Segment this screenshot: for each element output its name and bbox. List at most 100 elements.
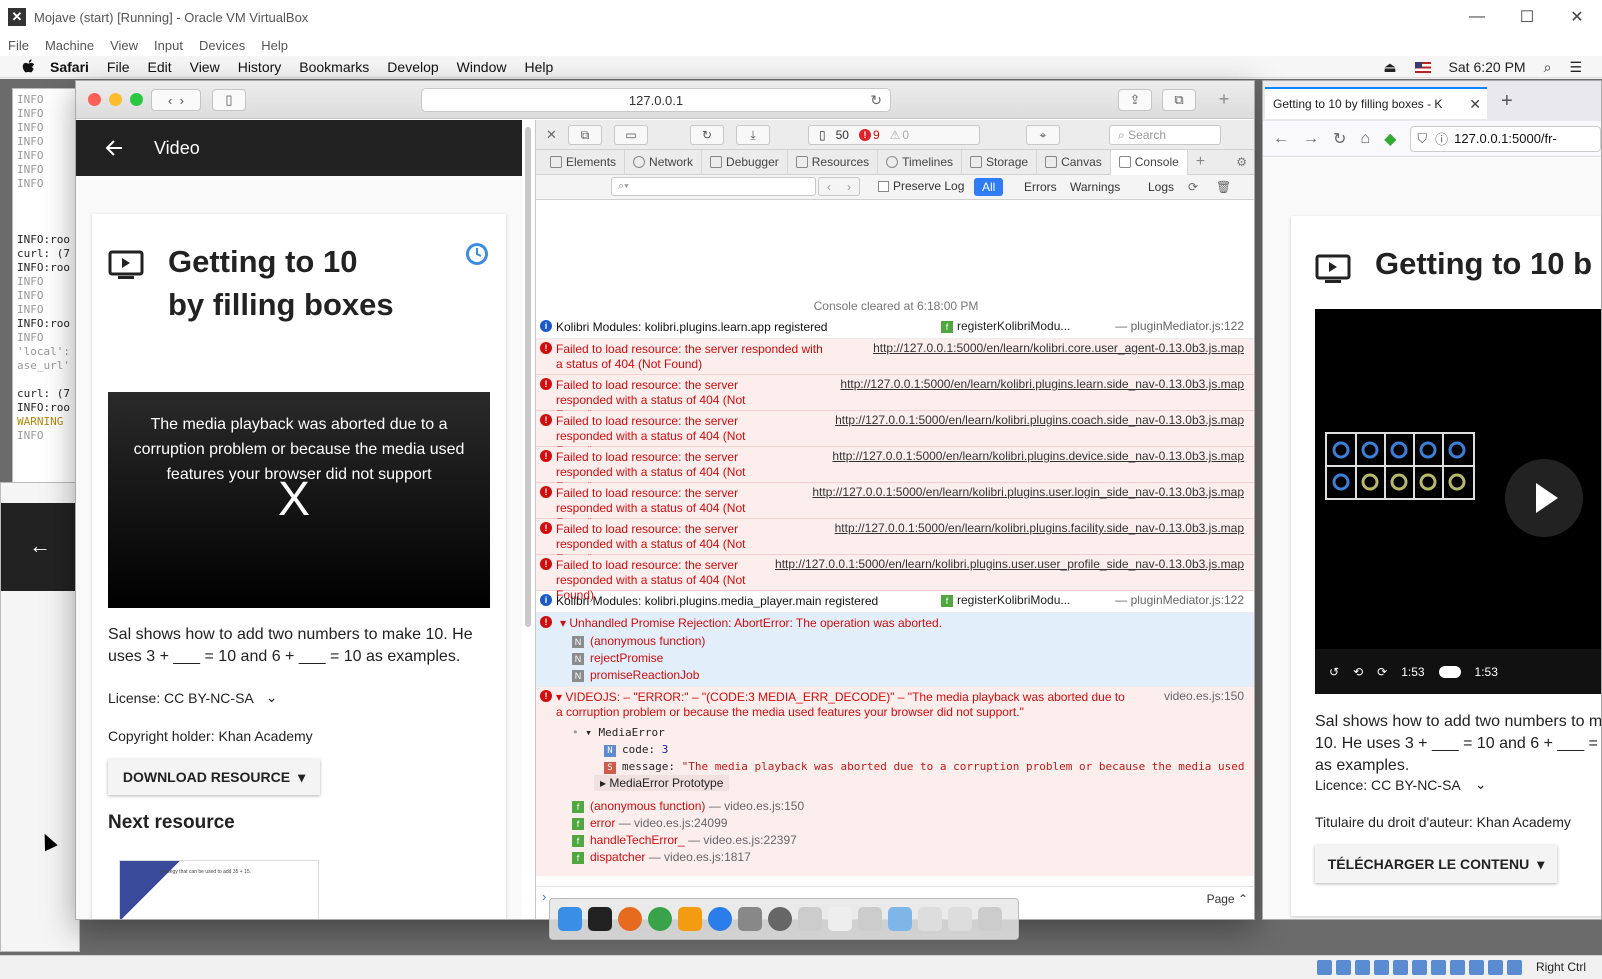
back-forward-buttons[interactable]: ‹ ›	[151, 89, 201, 111]
network-icon[interactable]	[1374, 960, 1389, 975]
console-error[interactable]: ! Failed to load resource: the server re…	[536, 555, 1254, 602]
mac-menu-history[interactable]: History	[238, 59, 282, 75]
function-ref[interactable]: f registerKolibriModu...	[941, 319, 1070, 334]
safari-icon[interactable]	[708, 907, 732, 931]
launchpad-icon[interactable]	[738, 907, 762, 931]
minimize-window-button[interactable]	[109, 93, 122, 106]
console-error[interactable]: ! Failed to load resource: the server re…	[536, 519, 1254, 566]
next-arrow-icon[interactable]: ›	[847, 180, 851, 194]
resource-url[interactable]: http://127.0.0.1:5000/en/learn/kolibri.p…	[835, 521, 1244, 536]
reload-icon[interactable]: ↻	[1333, 129, 1346, 149]
rewind-10-icon[interactable]: ⟲	[1353, 665, 1363, 679]
optical-icon[interactable]	[1336, 960, 1351, 975]
cpu-icon[interactable]	[1469, 960, 1484, 975]
mac-app-menu[interactable]: Safari	[50, 59, 89, 75]
new-tab-button[interactable]: +	[1501, 90, 1513, 113]
filter-all[interactable]: All	[974, 178, 1004, 196]
prototype-row[interactable]: ▸ MediaError Prototype	[572, 775, 1254, 792]
zoom-window-button[interactable]	[130, 93, 143, 106]
firefox-window[interactable]: Getting to 10 by filling boxes - K ✕ + ←…	[1262, 80, 1602, 920]
resource-url[interactable]: http://127.0.0.1:5000/en/learn/kolibri.p…	[812, 485, 1244, 500]
chrome-icon[interactable]	[648, 907, 672, 931]
seek-slider[interactable]	[1438, 665, 1461, 678]
notification-center-icon[interactable]: ☰	[1569, 59, 1582, 76]
close-window-button[interactable]	[88, 93, 101, 106]
mac-menu-bookmarks[interactable]: Bookmarks	[299, 59, 369, 75]
stack-frame[interactable]: NrejectPromise	[572, 650, 1254, 667]
video-player[interactable]: ↺ ⟲ ⟳ 1:53 1:53	[1315, 309, 1601, 694]
close-button[interactable]: ✕	[1552, 0, 1602, 34]
vbox-menu-machine[interactable]: Machine	[45, 38, 94, 53]
stack-icon[interactable]	[948, 907, 972, 931]
close-inspector-icon[interactable]: ✕	[546, 127, 557, 143]
disk-icon[interactable]	[1317, 960, 1332, 975]
trash-icon[interactable]	[978, 907, 1002, 931]
console-error-videojs[interactable]: ! ▾ VIDEOJS: – "ERROR:" – "(CODE:3 MEDIA…	[536, 687, 1254, 876]
share-button[interactable]: ⇪	[1118, 89, 1152, 111]
tab-console[interactable]: Console	[1110, 149, 1188, 175]
disclosure-triangle-icon[interactable]: ▾	[560, 616, 566, 630]
console-error-promise[interactable]: ! ▾ Unhandled Promise Rejection: AbortEr…	[536, 613, 1254, 687]
scrollbar-thumb[interactable]	[525, 127, 531, 627]
element-picker-icon[interactable]: ⌖	[1026, 125, 1060, 145]
vbox-menu-input[interactable]: Input	[154, 38, 183, 53]
network-icon[interactable]	[858, 907, 882, 931]
sidebar-toggle-button[interactable]: ▯	[212, 89, 246, 111]
dock-bottom-icon[interactable]: ▭	[614, 125, 648, 145]
vbox-menu-devices[interactable]: Devices	[199, 38, 245, 53]
replay-icon[interactable]: ↺	[1329, 665, 1339, 679]
disclosure-triangle-icon[interactable]: ▾	[556, 690, 565, 704]
execution-context-select[interactable]: Page ⌃	[1207, 889, 1248, 909]
filter-errors[interactable]: Errors	[1016, 178, 1065, 196]
add-tab-icon[interactable]: +	[1188, 150, 1213, 175]
console-error[interactable]: ! Failed to load resource: the server re…	[536, 447, 1254, 494]
video-player[interactable]: The media playback was aborted due to a …	[108, 392, 490, 608]
frame-source[interactable]: — video.es.js:1817	[649, 850, 751, 864]
mac-menu-window[interactable]: Window	[457, 59, 507, 75]
stack-frame[interactable]: f handleTechError_ — video.es.js:22397	[572, 832, 1254, 849]
eject-icon[interactable]: ⏏	[1383, 59, 1396, 76]
download-resource-button[interactable]: TÉLÉCHARGER LE CONTENU ▾	[1315, 845, 1557, 883]
function-ref[interactable]: f registerKolibriModu...	[941, 593, 1070, 608]
flag-icon[interactable]	[1414, 61, 1431, 73]
play-button[interactable]	[1505, 459, 1583, 537]
console-filter-input[interactable]: ⌕▾	[611, 177, 816, 196]
address-bar[interactable]: 127.0.0.1 ↻	[421, 88, 891, 112]
mac-menu-file[interactable]: File	[107, 59, 130, 75]
back-icon[interactable]: ←	[1273, 130, 1289, 148]
license-toggle[interactable]: Licence: CC BY-NC-SA ⌄	[1315, 776, 1487, 793]
sublime-icon[interactable]	[678, 907, 702, 931]
terminal-icon[interactable]	[588, 907, 612, 931]
filter-logs[interactable]: Logs	[1140, 178, 1182, 196]
filter-warnings[interactable]: Warnings	[1062, 178, 1128, 196]
background-window[interactable]: ←	[0, 482, 80, 952]
shared-folder-icon[interactable]	[1412, 960, 1427, 975]
stack-frame[interactable]: N (anonymous function)	[572, 633, 1254, 650]
tabs-overview-button[interactable]: ⧉	[1162, 89, 1196, 111]
trash-icon[interactable]: 🗑	[1216, 180, 1231, 194]
usb-icon[interactable]	[1393, 960, 1408, 975]
resource-counts[interactable]: ▯ 50 ! 9 ⚠ 0	[808, 125, 980, 145]
next-resource-thumbnail[interactable]: strategy that can be used to add 35 + 15…	[119, 860, 319, 919]
mac-menu-view[interactable]: View	[190, 59, 220, 75]
downloads-icon[interactable]	[918, 907, 942, 931]
tab-canvas[interactable]: Canvas	[1037, 149, 1111, 175]
download-archive-icon[interactable]: ⤓	[736, 125, 770, 145]
reload-icon[interactable]: ↻	[870, 92, 882, 109]
apple-icon[interactable]	[20, 58, 38, 76]
license-toggle[interactable]: License: CC BY-NC-SA ⌄	[108, 689, 278, 706]
tab-timelines[interactable]: Timelines	[878, 149, 963, 175]
forward-icon[interactable]: →	[1303, 130, 1319, 148]
property-message[interactable]: Smessage: "The media playback was aborte…	[572, 758, 1254, 775]
resource-url[interactable]: http://127.0.0.1:5000/en/learn/kolibri.p…	[835, 413, 1244, 428]
source-link[interactable]: — pluginMediator.js:122	[1115, 593, 1244, 608]
console-message[interactable]: i Kolibri Modules: kolibri.plugins.media…	[536, 591, 1254, 613]
console-message[interactable]: i Kolibri Modules: kolibri.plugins.learn…	[536, 317, 1254, 339]
source-link[interactable]: video.es.js:150	[1164, 689, 1244, 704]
vbox-menu-view[interactable]: View	[110, 38, 138, 53]
inspector-search[interactable]: ⌕ Search	[1109, 125, 1221, 145]
filter-nav-arrows[interactable]: ‹ ›	[818, 177, 860, 196]
stack-frame[interactable]: f dispatcher — video.es.js:1817	[572, 849, 1254, 866]
safari-window[interactable]: ‹ › ▯ 127.0.0.1 ↻ ⇪ ⧉ + Video Getting to…	[75, 80, 1255, 920]
firefox-icon[interactable]	[618, 907, 642, 931]
